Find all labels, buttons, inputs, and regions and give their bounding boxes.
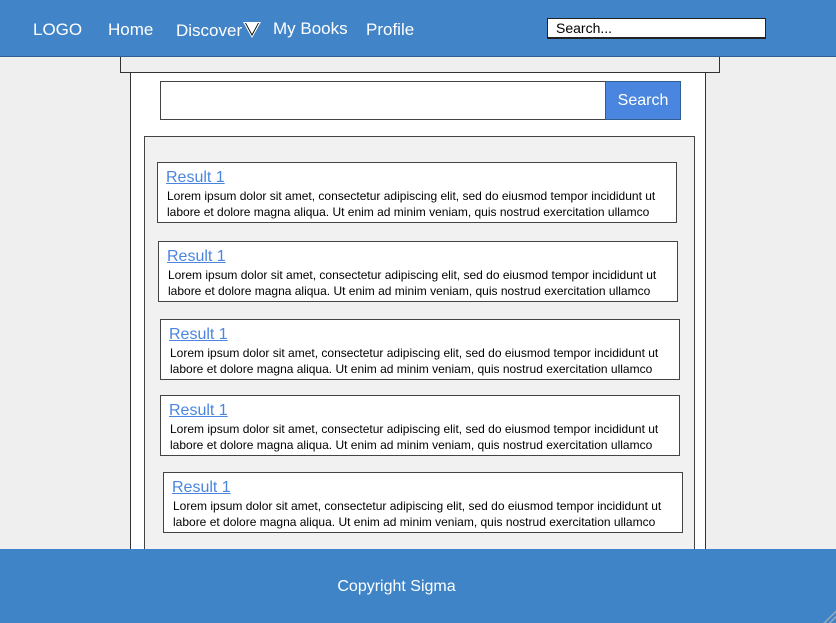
footer: Copyright Sigma [0, 549, 836, 623]
sub-header-strip [120, 57, 720, 73]
result-snippet: Lorem ipsum dolor sit amet, consectetur … [170, 422, 659, 452]
nav-my-books-link[interactable]: My Books [273, 19, 348, 39]
result-title-link[interactable]: Result 1 [169, 326, 228, 344]
result-snippet: Lorem ipsum dolor sit amet, consectetur … [173, 499, 662, 529]
result-card: Result 1 Lorem ipsum dolor sit amet, con… [160, 319, 680, 380]
search-input[interactable] [160, 81, 606, 120]
nav-home-link[interactable]: Home [108, 20, 153, 40]
logo[interactable]: LOGO [33, 20, 82, 40]
result-card: Result 1 Lorem ipsum dolor sit amet, con… [158, 241, 678, 302]
result-title-link[interactable]: Result 1 [166, 169, 225, 187]
header-search-input[interactable] [547, 18, 766, 39]
result-title-link[interactable]: Result 1 [172, 479, 231, 497]
nav-profile-link[interactable]: Profile [366, 20, 414, 40]
top-nav-bar: LOGO Home Discover My Books Profile [0, 0, 836, 57]
result-snippet: Lorem ipsum dolor sit amet, consectetur … [167, 189, 656, 219]
result-snippet: Lorem ipsum dolor sit amet, consectetur … [170, 346, 659, 376]
search-button[interactable]: Search [605, 81, 681, 120]
nav-discover-link[interactable]: Discover [176, 21, 242, 41]
footer-copyright: Copyright Sigma [337, 578, 456, 595]
result-card: Result 1 Lorem ipsum dolor sit amet, con… [160, 395, 680, 456]
result-title-link[interactable]: Result 1 [167, 248, 226, 266]
result-snippet: Lorem ipsum dolor sit amet, consectetur … [168, 268, 657, 298]
resize-grip-icon[interactable] [822, 609, 836, 623]
discover-dropdown-icon-fill [246, 23, 258, 34]
result-card: Result 1 Lorem ipsum dolor sit amet, con… [163, 472, 683, 533]
result-card: Result 1 Lorem ipsum dolor sit amet, con… [157, 162, 677, 223]
result-title-link[interactable]: Result 1 [169, 402, 228, 420]
